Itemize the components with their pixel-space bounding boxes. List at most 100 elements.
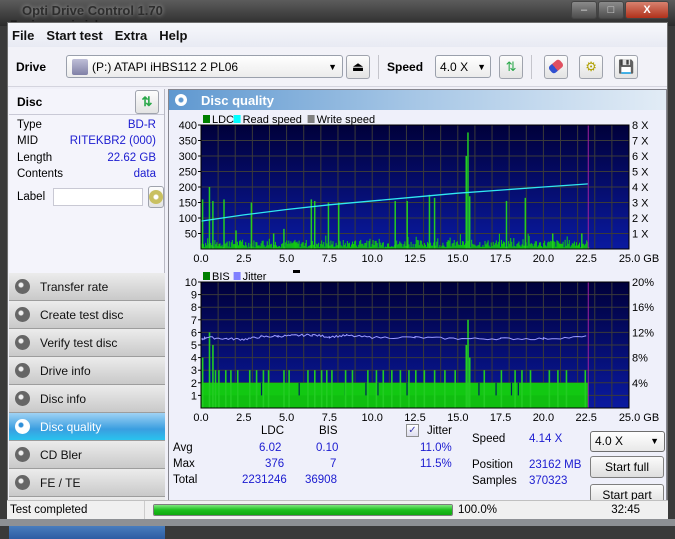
disc-icon <box>15 335 30 350</box>
ldc-bar <box>576 245 578 249</box>
ldc-bar <box>583 243 585 249</box>
disc-row-contents: Contents data <box>17 168 156 184</box>
ldc-bar <box>403 244 405 249</box>
ldc-bar <box>340 245 342 249</box>
ldc-bar <box>365 242 367 249</box>
settings-button[interactable]: ⚙ <box>579 54 604 79</box>
ldc-bar <box>545 245 547 249</box>
disc-label-input[interactable] <box>53 188 144 207</box>
ldc-bar <box>566 236 568 249</box>
ldc-bar <box>479 242 481 249</box>
nav-disc-quality[interactable]: Disc quality <box>9 413 165 441</box>
x-tick-label: 25.0 GB <box>619 253 659 265</box>
bis-spike <box>351 370 354 408</box>
bis-gap <box>377 382 379 396</box>
disc-refresh-button[interactable]: ⇅ <box>135 90 159 114</box>
stats-total-label: Total <box>173 474 198 486</box>
position-value: 23162 MB <box>529 459 582 471</box>
ldc-bar <box>399 241 401 249</box>
menu-help[interactable]: Help <box>159 28 187 43</box>
ldc-bar <box>557 241 559 249</box>
ldc-bar <box>462 241 464 249</box>
ldc-bar <box>521 244 523 249</box>
x-tick-label: 15.0 <box>447 412 468 422</box>
nav-transfer-rate[interactable]: Transfer rate <box>9 273 165 301</box>
menu-extra[interactable]: Extra <box>115 28 148 43</box>
bis-spike <box>521 370 523 408</box>
test-speed-value: 4.0 X <box>595 434 624 448</box>
disc-icon <box>15 419 30 434</box>
nav-disc-info[interactable]: Disc info <box>9 385 165 413</box>
ldc-bar <box>216 242 218 249</box>
ldc-bar <box>304 243 306 249</box>
ldc-bar <box>531 244 533 249</box>
ldc-bar <box>339 241 341 249</box>
drive-select[interactable]: (P:) ATAPI iHBS112 2 PL06 ▼ <box>66 55 344 78</box>
ldc-bar <box>529 244 531 249</box>
speed-select[interactable]: 4.0 X ▼ <box>435 55 492 78</box>
maximize-button[interactable]: □ <box>598 1 624 19</box>
ldc-spike <box>272 233 275 249</box>
stats-avg-bis: 0.10 <box>316 442 339 454</box>
ldc-bar <box>477 245 479 249</box>
erase-button[interactable] <box>544 54 569 79</box>
eject-button[interactable]: ⏏ <box>346 54 371 79</box>
nav-cd-bler[interactable]: CD Bler <box>9 441 165 469</box>
save-button[interactable]: 💾 <box>614 54 639 79</box>
bis-spike <box>208 332 211 408</box>
ldc-bar <box>518 241 520 249</box>
nav-fe-te[interactable]: FE / TE <box>9 469 165 497</box>
nav-create-test-disc[interactable]: Create test disc <box>9 301 165 329</box>
y2-tick-label: 4 X <box>632 182 649 194</box>
ldc-spike <box>337 202 340 249</box>
menu-file[interactable]: File <box>12 28 34 43</box>
minimize-button[interactable]: – <box>571 1 597 19</box>
ldc-bar <box>358 244 360 249</box>
stats-max-bis: 7 <box>330 458 337 470</box>
disc-info: Type BD-R MID RITEKBR2 (000) Length 22.6… <box>9 115 165 209</box>
jitter-checkbox[interactable]: ✓ <box>406 424 419 437</box>
ldc-bar <box>502 241 505 249</box>
nav-label: Create test disc <box>40 307 124 322</box>
ldc-spike <box>433 197 436 249</box>
ldc-bar <box>206 245 208 249</box>
ldc-bar <box>473 244 475 249</box>
ldc-bar <box>485 244 487 249</box>
ldc-bar <box>537 245 539 249</box>
ldc-spike <box>406 200 408 249</box>
progress-label: 100.0% <box>458 504 498 516</box>
ldc-bar <box>262 240 264 249</box>
toolbar: Drive (P:) ATAPI iHBS112 2 PL06 ▼ ⏏ Spee… <box>8 47 667 87</box>
ldc-bar <box>291 243 293 249</box>
disc-icon <box>149 190 164 205</box>
ldc-spike <box>467 132 469 249</box>
nav-verify-test-disc[interactable]: Verify test disc <box>9 329 165 357</box>
ldc-bar <box>446 241 448 249</box>
menu-start-test[interactable]: Start test <box>46 28 102 43</box>
bis-spike <box>218 370 220 408</box>
close-button[interactable]: X <box>625 1 669 19</box>
bis-spike <box>313 370 316 408</box>
start-full-button[interactable]: Start full <box>590 456 664 478</box>
stats-col-jitter: Jitter <box>427 425 452 437</box>
ldc-bar <box>348 242 350 249</box>
test-speed-select[interactable]: 4.0 X ▼ <box>590 431 665 452</box>
ldc-bar <box>534 241 536 249</box>
ldc-bar <box>459 234 461 249</box>
nav-drive-info[interactable]: Drive info <box>9 357 165 385</box>
bis-gap <box>298 382 300 396</box>
ldc-spike <box>223 199 225 249</box>
ldc-bar <box>549 242 551 249</box>
ldc-bar <box>205 242 207 249</box>
y-tick-label: 7 <box>191 315 197 327</box>
disc-panel-title: Disc <box>17 94 43 109</box>
refresh-button[interactable]: ⇅ <box>499 54 524 79</box>
ldc-bar <box>501 243 503 249</box>
disc-label-button[interactable] <box>148 186 165 209</box>
ldc-bar <box>267 245 269 249</box>
samples-label: Samples <box>472 475 517 487</box>
y2-tick-label: 5 X <box>632 167 649 179</box>
y-tick-label: 150 <box>179 198 197 210</box>
disc-mid-label: MID <box>17 135 39 148</box>
ldc-spike <box>208 187 211 249</box>
